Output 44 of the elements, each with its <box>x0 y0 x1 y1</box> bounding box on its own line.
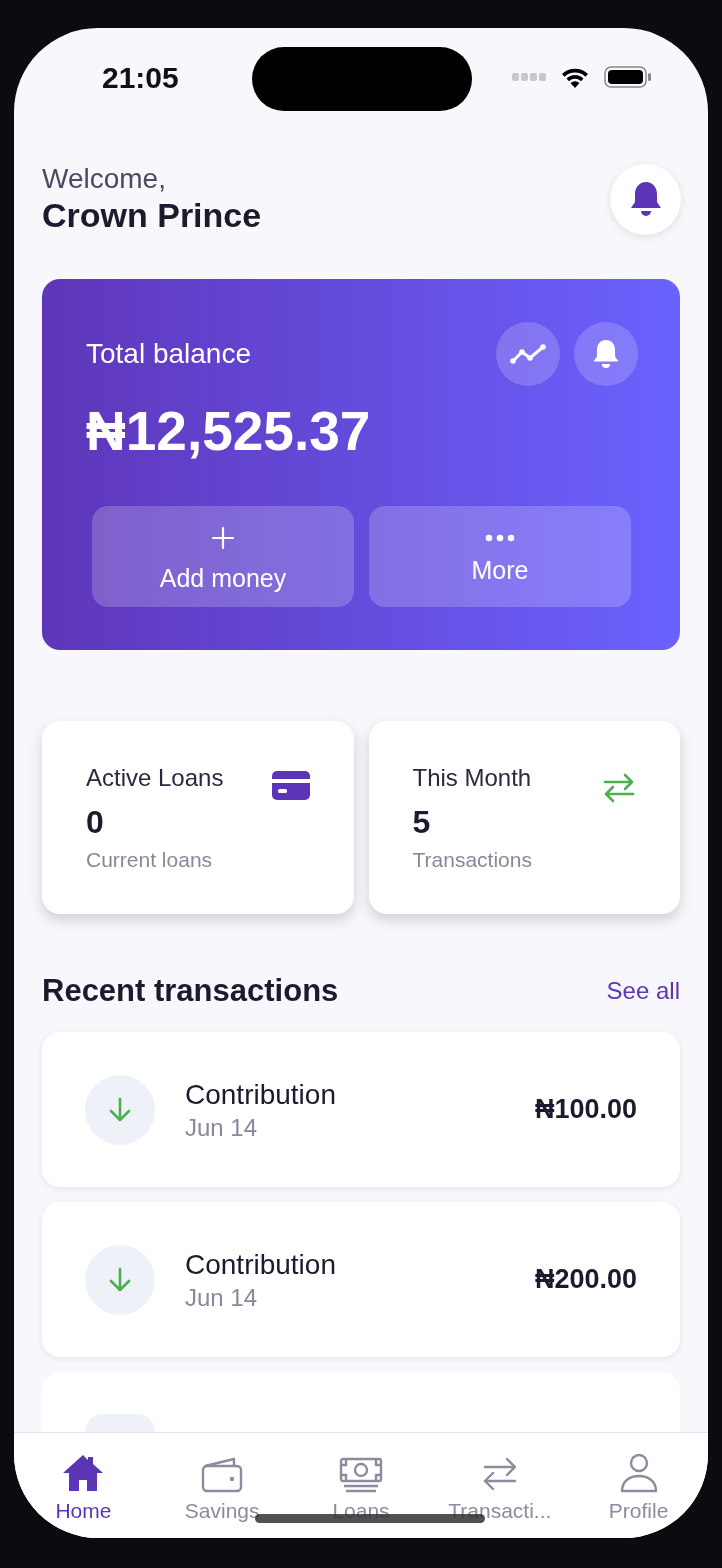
tab-item[interactable]: Savings <box>152 1433 292 1538</box>
plus-icon <box>211 525 235 550</box>
cash-stack-icon <box>339 1457 383 1493</box>
wallet-icon <box>201 1457 244 1493</box>
see-all-link[interactable]: See all <box>606 977 680 1005</box>
more-dots-icon <box>485 533 515 542</box>
trend-line-icon <box>510 344 546 364</box>
stat-caption: Current loans <box>86 848 213 872</box>
stat-caption: Transactions <box>412 848 532 872</box>
credit-card-icon <box>271 771 310 800</box>
wifi-icon <box>560 66 590 88</box>
user-name: Crown Prince <box>42 195 262 235</box>
signal-icon <box>512 73 546 81</box>
swap-arrows-icon <box>602 771 636 805</box>
status-time: 21:05 <box>102 60 179 96</box>
notifications-button[interactable] <box>610 163 681 235</box>
swap-arrows-icon <box>481 1455 518 1493</box>
welcome-text: Welcome, <box>42 163 166 195</box>
transaction-title: Contribution <box>185 1077 337 1112</box>
stat-value: 5 <box>412 804 431 840</box>
tab-item[interactable]: Transacti... <box>430 1433 570 1538</box>
transaction-date: Jun 14 <box>185 1113 259 1142</box>
person-icon <box>619 1453 658 1493</box>
transaction-title: Contribution <box>185 1247 337 1282</box>
transaction-item[interactable]: Contribution Jun 14 ₦200.00 <box>42 1202 680 1357</box>
balance-amount: ₦12,525.37 <box>86 401 372 461</box>
transaction-amount: ₦100.00 <box>534 1094 637 1125</box>
stat-value: 0 <box>86 804 104 840</box>
arrow-down-icon <box>109 1266 131 1293</box>
more-button[interactable]: More <box>369 506 631 607</box>
balance-label: Total balance <box>86 338 251 370</box>
add-money-button[interactable]: Add money <box>92 506 354 607</box>
stat-title: Active Loans <box>86 764 224 792</box>
tab-item[interactable]: Profile <box>569 1433 708 1538</box>
stat-title: This Month <box>412 764 532 792</box>
transaction-amount: ₦200.00 <box>534 1264 637 1295</box>
tab-item[interactable]: Home <box>14 1433 153 1538</box>
battery-icon <box>604 66 652 88</box>
bell-icon <box>628 180 663 218</box>
bell-icon <box>592 338 620 370</box>
arrow-down-icon <box>109 1096 131 1123</box>
transaction-item[interactable]: Contribution Jun 14 ₦100.00 <box>42 1032 680 1187</box>
transaction-date: Jun 14 <box>185 1283 259 1312</box>
section-title: Recent transactions <box>42 973 339 1009</box>
